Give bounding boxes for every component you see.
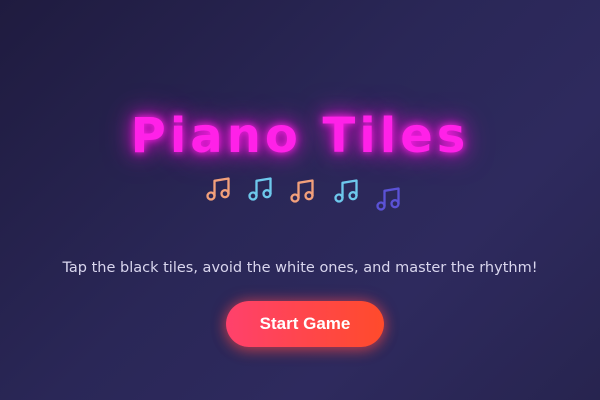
music-note-icon	[246, 175, 274, 203]
start-screen: Piano Tiles Tap the black tiles, avoid t…	[0, 0, 600, 400]
game-instructions: Tap the black tiles, avoid the white one…	[62, 260, 538, 276]
music-note-icon	[374, 185, 402, 213]
music-note-icon	[332, 177, 360, 205]
music-note-icon	[204, 175, 232, 203]
game-title: Piano Tiles	[130, 108, 470, 164]
start-game-button[interactable]: Start Game	[226, 301, 384, 347]
music-notes-row	[200, 172, 410, 220]
music-note-icon	[288, 177, 316, 205]
